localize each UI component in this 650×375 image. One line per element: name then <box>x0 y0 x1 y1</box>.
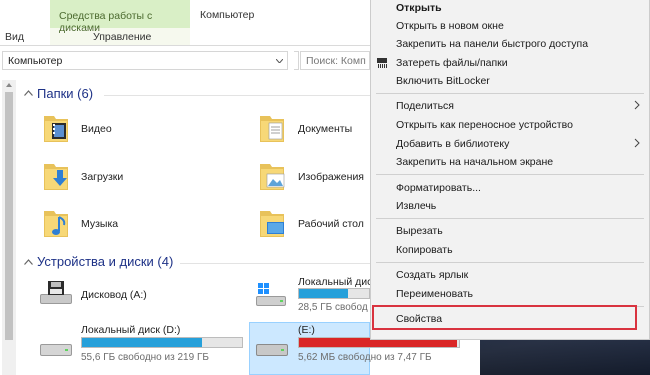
drive-usage-bar <box>298 288 370 299</box>
system-drive-icon[interactable] <box>252 282 288 308</box>
menu-separator <box>376 262 644 263</box>
section-divider <box>104 95 370 96</box>
folder-label[interactable]: Документы <box>298 123 352 135</box>
folder-label[interactable]: Загрузки <box>81 171 123 183</box>
menu-item-open-new-window[interactable]: Открыть в новом окне <box>396 20 504 32</box>
search-placeholder: Поиск: Комп <box>306 55 366 67</box>
menu-separator <box>376 93 644 94</box>
chevron-down-icon[interactable] <box>276 59 283 63</box>
menu-item-open[interactable]: Открыть <box>396 2 442 14</box>
menu-separator <box>376 218 644 219</box>
properties-highlight-box <box>372 305 637 330</box>
collapse-devices-icon[interactable] <box>24 259 33 265</box>
collapse-folders-icon[interactable] <box>24 90 33 96</box>
ribbon-divider <box>0 45 370 46</box>
drive-usage-fill <box>82 338 202 347</box>
folder-label[interactable]: Видео <box>81 123 112 135</box>
tab-manage[interactable]: Управление <box>93 31 151 43</box>
menu-item-eject[interactable]: Извлечь <box>396 200 436 212</box>
tab-view[interactable]: Вид <box>5 31 24 43</box>
address-path: Компьютер <box>8 55 63 67</box>
folder-label[interactable]: Рабочий стол <box>298 218 364 230</box>
devices-section-title[interactable]: Устройства и диски (4) <box>37 254 173 269</box>
folder-label[interactable]: Музыка <box>81 218 118 230</box>
disk-tools-header[interactable]: Средства работы с дисками <box>50 0 190 34</box>
folder-label[interactable]: Изображения <box>298 171 364 183</box>
chevron-right-icon <box>634 138 640 148</box>
scroll-up-icon[interactable] <box>6 83 12 87</box>
menu-item-add-library[interactable]: Добавить в библиотеку <box>396 138 509 150</box>
chevron-right-icon <box>634 100 640 110</box>
menu-item-share[interactable]: Поделиться <box>396 100 454 112</box>
videos-folder-icon[interactable] <box>42 112 70 144</box>
folders-section-title[interactable]: Папки (6) <box>37 86 93 101</box>
menu-item-cut[interactable]: Вырезать <box>396 225 443 237</box>
removable-drive-icon[interactable] <box>254 338 290 364</box>
refresh-button[interactable] <box>294 51 299 70</box>
scroll-thumb[interactable] <box>5 92 13 340</box>
local-drive-icon[interactable] <box>38 338 74 364</box>
documents-folder-icon[interactable] <box>258 112 286 144</box>
search-input[interactable]: Поиск: Комп <box>300 51 370 70</box>
menu-item-bitlocker[interactable]: Включить BitLocker <box>396 75 490 87</box>
music-folder-icon[interactable] <box>42 207 70 239</box>
menu-item-open-portable[interactable]: Открыть как переносное устройство <box>396 119 573 131</box>
drive-usage-bar <box>81 337 243 348</box>
menu-item-copy[interactable]: Копировать <box>396 244 453 256</box>
wallpaper-water <box>480 335 650 375</box>
drive-label[interactable]: Дисковод (A:) <box>81 289 147 301</box>
section-divider <box>180 263 370 264</box>
menu-item-create-shortcut[interactable]: Создать ярлык <box>396 269 468 281</box>
vertical-scrollbar[interactable] <box>2 80 16 375</box>
menu-item-rename[interactable]: Переименовать <box>396 288 473 300</box>
drive-label[interactable]: Локальный диск (D:) <box>81 324 180 336</box>
menu-separator <box>376 174 644 175</box>
floppy-drive-icon[interactable] <box>38 280 74 306</box>
desktop-folder-icon[interactable] <box>258 207 286 239</box>
address-bar[interactable]: Компьютер <box>2 51 288 70</box>
drive-free-space: 55,6 ГБ свободно из 219 ГБ <box>81 352 209 363</box>
drive-free-space: 5,62 МБ свободно из 7,47 ГБ <box>298 352 432 363</box>
menu-item-format[interactable]: Форматировать... <box>396 182 481 194</box>
pictures-folder-icon[interactable] <box>258 160 286 192</box>
menu-item-shred[interactable]: Затереть файлы/папки <box>396 57 508 69</box>
shredder-icon <box>377 58 387 68</box>
drive-free-space: 28,5 ГБ свобод <box>298 302 368 313</box>
drive-label[interactable]: (E:) <box>298 324 315 336</box>
drive-label[interactable]: Локальный дис <box>298 276 372 288</box>
tab-computer[interactable]: Компьютер <box>200 9 254 21</box>
downloads-folder-icon[interactable] <box>42 160 70 192</box>
drive-usage-fill <box>299 289 348 298</box>
menu-item-pin-start[interactable]: Закрепить на начальном экране <box>396 156 553 168</box>
menu-item-pin-quick-access[interactable]: Закрепить на панели быстрого доступа <box>396 38 588 50</box>
